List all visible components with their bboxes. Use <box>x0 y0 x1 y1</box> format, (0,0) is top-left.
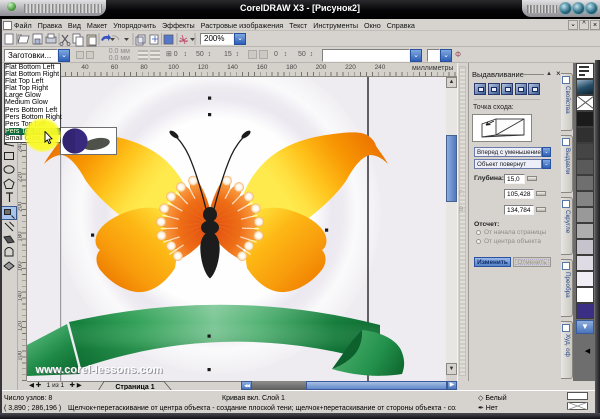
svg-text:240: 240 <box>18 142 24 153</box>
svg-text:160: 160 <box>18 261 24 272</box>
svg-text:120: 120 <box>18 320 24 331</box>
svg-text:200: 200 <box>18 201 24 212</box>
svg-text:100: 100 <box>18 350 24 361</box>
svg-text:180: 180 <box>18 231 24 242</box>
svg-text:140: 140 <box>18 291 24 302</box>
svg-text:220: 220 <box>18 171 24 182</box>
svg-text:www.corel-lessons.com: www.corel-lessons.com <box>35 364 163 376</box>
